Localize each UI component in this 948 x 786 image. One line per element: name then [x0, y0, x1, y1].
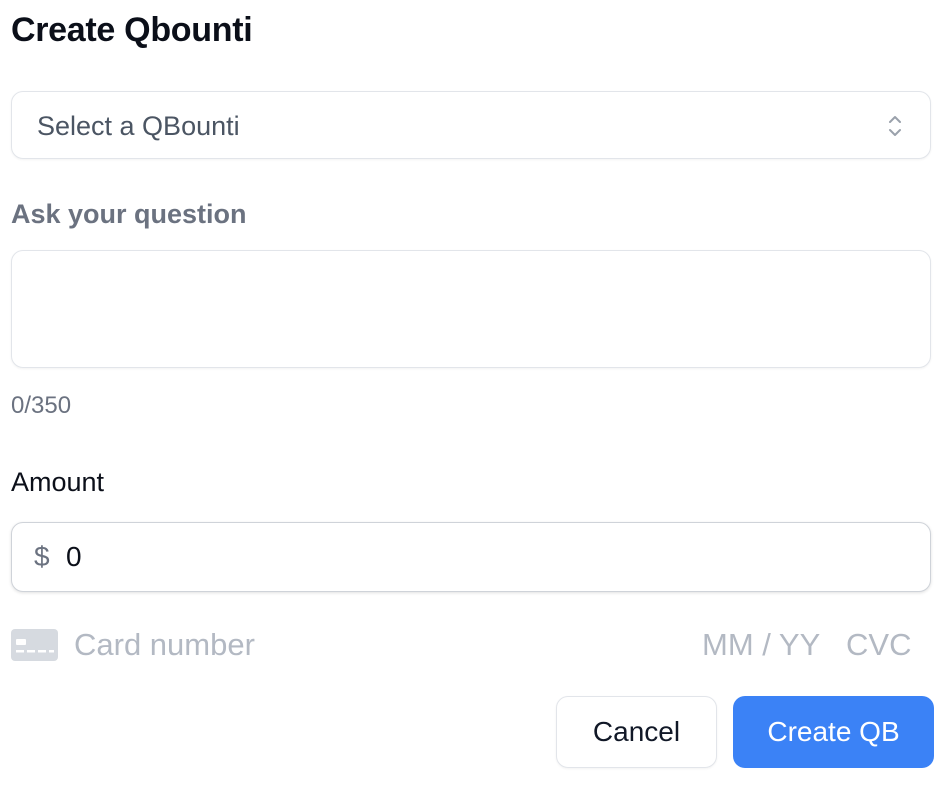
card-expiry-input[interactable]: MM / YY [702, 627, 820, 663]
modal-title: Create Qbounti [11, 11, 253, 49]
amount-label: Amount [11, 467, 105, 497]
create-qb-button[interactable]: Create QB [733, 696, 934, 768]
card-cvc-input[interactable]: CVC [846, 627, 911, 663]
credit-card-icon [11, 629, 58, 661]
question-textarea[interactable] [11, 250, 931, 368]
amount-value: 0 [66, 541, 82, 572]
cancel-button[interactable]: Cancel [556, 696, 717, 768]
qbounti-select[interactable]: Select a QBounti [11, 91, 931, 159]
question-label: Ask your question [11, 199, 247, 229]
character-counter: 0/350 [11, 392, 72, 419]
qbounti-select-value: Select a QBounti [37, 111, 240, 141]
amount-input[interactable]: $ 0 [11, 522, 931, 592]
currency-symbol: $ [34, 541, 50, 572]
card-number-input[interactable]: Card number [74, 627, 255, 663]
chevron-up-down-icon [886, 112, 904, 140]
